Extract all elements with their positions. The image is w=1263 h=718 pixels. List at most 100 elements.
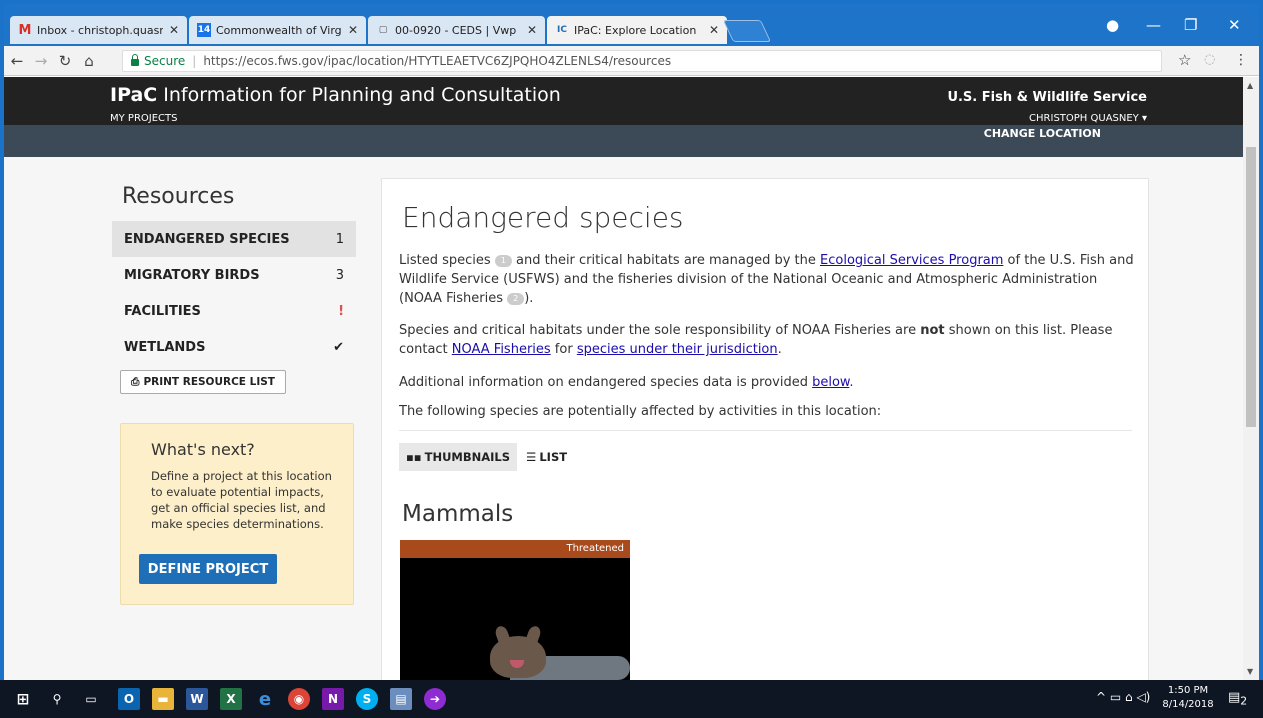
brand-bold: IPaC [110,84,158,106]
skype-icon[interactable]: S [356,688,378,710]
ecological-services-link[interactable]: Ecological Services Program [820,253,1003,268]
reload-icon[interactable]: ↻ [54,52,76,70]
home-icon[interactable]: ⌂ [78,52,100,70]
windows-start-icon[interactable]: ⊞ [12,688,34,710]
calendar-icon: 14 [197,23,211,37]
list-view-button[interactable]: ☰ LIST [519,443,574,471]
species-jurisdiction-link[interactable]: species under their jurisdiction [577,342,778,357]
tab-commonwealth[interactable]: 14 Commonwealth of Virgin ✕ [189,16,366,44]
file-explorer-icon[interactable]: ▬ [152,688,174,710]
close-window-icon[interactable]: ✕ [1228,16,1241,34]
tab-title: Commonwealth of Virgin [216,23,342,37]
nav-item-wetlands[interactable]: WETLANDS ✔ [112,329,356,365]
printer-icon: ⎙ [131,375,140,388]
nav-item-endangered-species[interactable]: ENDANGERED SPECIES 1 [112,221,356,257]
task-view-icon[interactable]: ▭ [80,688,102,710]
gmail-icon: M [18,22,32,38]
outlook-icon[interactable]: O [118,688,140,710]
scroll-down-icon[interactable]: ▼ [1247,667,1253,676]
menu-icon[interactable]: ⋮ [1234,52,1248,68]
scroll-thumb[interactable] [1246,147,1256,427]
change-location-link[interactable]: CHANGE LOCATION [904,127,1101,140]
tab-title: Inbox - christoph.quasney [37,23,163,37]
agency-name: U.S. Fish & Wildlife Service [947,90,1147,105]
excel-icon[interactable]: X [220,688,242,710]
chrome-icon[interactable]: ◉ [288,688,310,710]
whats-next-card: What's next? Define a project at this lo… [120,423,354,605]
secure-label: Secure [144,54,186,68]
back-icon[interactable]: ← [6,52,28,70]
affected-species-paragraph: The following species are potentially af… [399,404,882,419]
grid-icon: ▪▪ [406,450,422,464]
nav-item-label: WETLANDS [124,339,206,355]
define-project-button[interactable]: DEFINE PROJECT [139,554,277,584]
close-tab-icon[interactable]: ✕ [709,23,719,37]
my-projects-link[interactable]: MY PROJECTS [110,113,177,124]
text: Listed species [399,253,495,268]
new-tab-button[interactable] [722,20,772,42]
internet-explorer-icon[interactable]: e [254,688,276,710]
page-scrollbar[interactable]: ▲ ▼ [1243,77,1259,680]
scroll-up-icon[interactable]: ▲ [1247,81,1253,90]
view-toggle: ▪▪ THUMBNAILS ☰ LIST [399,443,574,471]
additional-info-paragraph: Additional information on endangered spe… [399,373,1134,392]
close-tab-icon[interactable]: ✕ [527,23,537,37]
minimize-icon[interactable]: — [1146,16,1161,34]
taskbar-clock[interactable]: 1:50 PM 8/14/2018 [1158,684,1218,712]
address-bar[interactable]: Secure | https://ecos.fws.gov/ipac/locat… [122,50,1162,72]
nav-item-migratory-birds[interactable]: MIGRATORY BIRDS 3 [112,257,356,293]
forward-icon[interactable]: → [30,52,52,70]
text: . [777,342,782,357]
whats-next-title: What's next? [151,440,255,459]
extension-icon[interactable]: ◌ [1204,52,1215,67]
tab-strip: M Inbox - christoph.quasney ✕ 14 Commonw… [4,4,1259,46]
text: for [550,342,577,357]
bold-text: not [920,323,945,338]
search-icon[interactable]: ⚲ [46,688,68,710]
nav-item-facilities[interactable]: FACILITIES ! [112,293,356,329]
profile-icon[interactable]: ● [1106,16,1119,34]
tab-ipac[interactable]: IC IPaC: Explore Location ✕ [547,16,727,44]
text: and their critical habitats are managed … [511,253,821,268]
print-resource-list-button[interactable]: ⎙ PRINT RESOURCE LIST [120,370,286,394]
tab-ceds[interactable]: ▢ 00-0920 - CEDS | Vwp ✕ [368,16,545,44]
resources-nav: ENDANGERED SPECIES 1 MIGRATORY BIRDS 3 F… [112,221,356,365]
noaa-fisheries-link[interactable]: NOAA Fisheries [452,342,551,357]
text: Species and critical habitats under the … [399,323,921,338]
secure-indicator[interactable]: Secure [131,53,186,68]
word-icon[interactable]: W [186,688,208,710]
whats-next-body: Define a project at this location to eva… [151,469,332,531]
text: . [849,375,854,390]
thumbnails-view-button[interactable]: ▪▪ THUMBNAILS [399,443,518,471]
notepad-icon[interactable]: ▤ [390,688,412,710]
checkmark-icon: ✔ [333,339,344,355]
list-label: LIST [539,450,568,464]
notifications-icon[interactable]: ▤2 [1228,690,1247,708]
windows-taskbar: ⊞ ⚲ ▭ O ▬ W X e ◉ N S ▤ ➔ ^ ▭ ⌂ ◁) 1:50 … [0,680,1263,718]
count-badge: 2 [507,293,525,305]
divider [399,430,1132,431]
close-tab-icon[interactable]: ✕ [348,23,358,37]
clock-date: 8/14/2018 [1162,699,1214,710]
nav-item-label: ENDANGERED SPECIES [124,231,290,247]
page-content: IPaC Information for Planning and Consul… [4,77,1243,680]
warning-icon: ! [338,303,344,319]
onenote-icon[interactable]: N [322,688,344,710]
tab-title: 00-0920 - CEDS | Vwp [395,23,517,37]
restore-icon[interactable]: ❐ [1184,16,1197,34]
list-icon: ☰ [526,450,537,464]
user-menu[interactable]: CHRISTOPH QUASNEY ▾ [904,113,1147,124]
below-link[interactable]: below [812,375,849,390]
url-text: https://ecos.fws.gov/ipac/location/HTYTL… [203,54,672,68]
system-tray-icons[interactable]: ^ ▭ ⌂ ◁) [1096,690,1150,704]
site-brand[interactable]: IPaC Information for Planning and Consul… [110,84,561,106]
species-thumbnail[interactable]: Threatened [400,540,630,680]
noaa-paragraph: Species and critical habitats under the … [399,321,1134,359]
text: Additional information on endangered spe… [399,375,813,390]
bat-image [490,624,546,678]
nav-item-label: MIGRATORY BIRDS [124,267,260,283]
tab-gmail[interactable]: M Inbox - christoph.quasney ✕ [10,16,187,44]
app-arrow-icon[interactable]: ➔ [424,688,446,710]
close-tab-icon[interactable]: ✕ [169,23,179,37]
bookmark-star-icon[interactable]: ☆ [1178,51,1191,69]
